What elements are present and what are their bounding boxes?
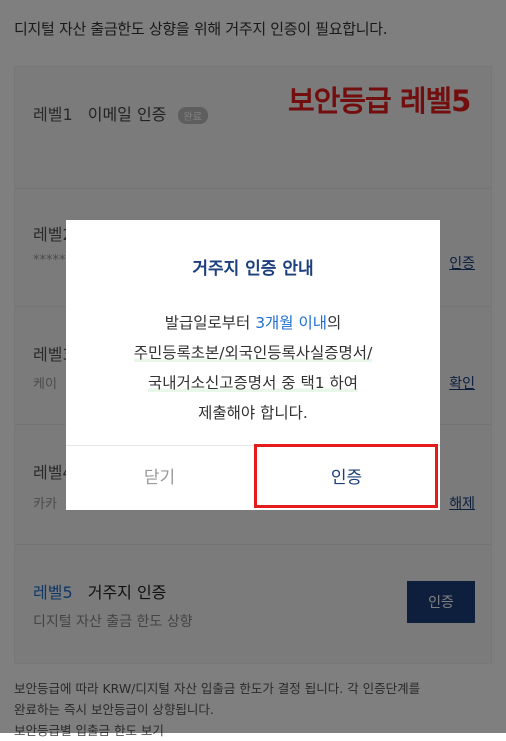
body-text: 의 xyxy=(327,314,342,332)
body-text: 발급일로부터 xyxy=(164,314,256,332)
modal-body-line: 주민등록초본/외국인등록사실증명서/ xyxy=(66,338,440,368)
modal-body-line: 국내거소신고증명서 중 택1 하여 xyxy=(66,368,440,398)
modal-body: 발급일로부터 3개월 이내의 주민등록초본/외국인등록사실증명서/ 국내거소신고… xyxy=(66,308,440,428)
modal-title: 거주지 인증 안내 xyxy=(192,259,314,279)
modal-body-line: 제출해야 합니다. xyxy=(198,404,308,422)
body-highlight: 3개월 이내 xyxy=(255,314,328,332)
close-button[interactable]: 닫기 xyxy=(66,446,253,510)
page: 디지털 자산 출금한도 상향을 위해 거주지 인증이 필요합니다. 레벨1 이메… xyxy=(0,0,506,738)
highlight-box xyxy=(254,444,438,508)
modal-body-line: 발급일로부터 3개월 이내의 xyxy=(66,308,440,338)
body-text: 주민등록초본/외국인등록사실증명서/ xyxy=(133,344,373,362)
body-text: 국내거소신고증명서 중 택1 하여 xyxy=(147,374,359,392)
